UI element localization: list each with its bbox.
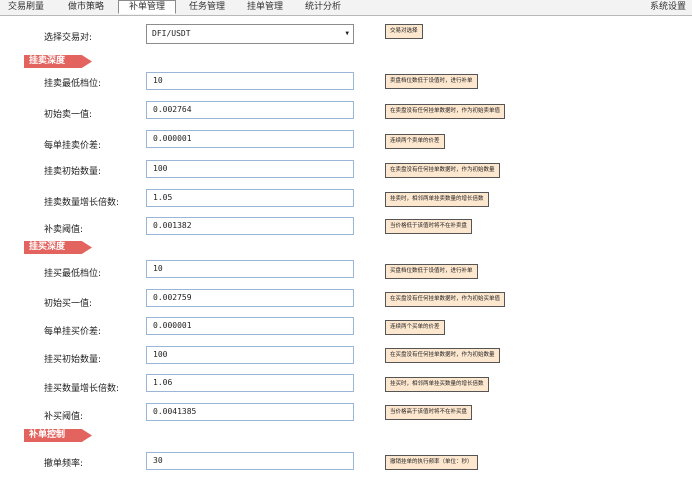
tab-statistics[interactable]: 统计分析 [298,0,348,14]
buy-initial-qty-label: 挂买初始数量: [44,355,102,365]
buy-threshold-label: 补买阈值: [44,412,84,422]
sell-initial-price-hint: 在卖盘没有任何挂单数据时，作为初始卖单值 [385,104,506,119]
buy-threshold-hint: 当价格高于该值时将不在补买盘 [385,405,473,420]
sell-price-step-label: 每单挂卖价差: [44,141,102,151]
tab-order-management[interactable]: 挂单管理 [240,0,290,14]
buy-qty-multiplier-hint: 挂买时，相邻两单挂买数量的增长倍数 [385,377,489,392]
dropdown-arrow-icon: ▼ [345,30,349,37]
buy-price-step-input[interactable]: 0.000001 [146,317,354,335]
sell-threshold-input[interactable]: 0.001382 [146,217,354,235]
sell-qty-multiplier-input[interactable]: 1.05 [146,189,354,207]
sell-qty-multiplier-hint: 挂卖时，相邻两单挂卖数量的增长倍数 [385,192,489,207]
section-buy-depth: 挂买深度 [24,241,92,254]
buy-price-step-hint: 连续两个买单的价差 [385,320,445,335]
buy-initial-qty-input[interactable]: 100 [146,346,354,364]
buy-price-step-label: 每单挂买价差: [44,327,102,337]
buy-initial-price-hint: 在买盘没有任何挂单数据时，作为初始买单值 [385,292,506,307]
sell-min-level-label: 挂卖最低档位: [44,79,102,89]
sell-threshold-hint: 当价格低于该值时将不在补卖盘 [385,219,473,234]
system-settings-link[interactable]: 系统设置 [650,0,686,14]
tab-task-management[interactable]: 任务管理 [182,0,232,14]
tab-market-making[interactable]: 做市策略 [62,0,110,14]
tab-trade-volume[interactable]: 交易刷量 [4,0,48,14]
buy-initial-qty-hint: 在买盘没有任何挂单数据时，作为初始数量 [385,348,500,363]
buy-min-level-input[interactable]: 10 [146,260,354,278]
sell-initial-price-label: 初始卖一值: [44,110,93,120]
sell-initial-qty-hint: 在卖盘没有任何挂单数据时，作为初始数量 [385,163,500,178]
cancel-frequency-input[interactable]: 30 [146,452,354,470]
sell-initial-qty-input[interactable]: 100 [146,160,354,178]
buy-threshold-input[interactable]: 0.0041385 [146,403,354,421]
pair-label: 选择交易对: [44,33,93,43]
buy-initial-price-input[interactable]: 0.002759 [146,289,354,307]
pair-hint: 交易对选择 [385,24,423,39]
cancel-frequency-label: 撤单频率: [44,459,84,469]
sell-threshold-label: 补卖阈值: [44,225,84,235]
sell-min-level-hint: 卖盘档位数低于设值时，进行补单 [385,74,478,89]
buy-min-level-hint: 买盘档位数低于设值时，进行补单 [385,264,478,279]
buy-min-level-label: 挂买最低档位: [44,269,102,279]
sell-initial-qty-label: 挂卖初始数量: [44,167,102,177]
section-sell-depth: 挂卖深度 [24,55,92,68]
section-order-control: 补单控制 [24,429,92,442]
pair-select[interactable]: DFI/USDT ▼ [146,24,354,44]
pair-select-value: DFI/USDT [152,29,191,38]
tab-order-fill[interactable]: 补单管理 [118,0,176,14]
buy-initial-price-label: 初始买一值: [44,299,93,309]
buy-qty-multiplier-input[interactable]: 1.06 [146,374,354,392]
tab-bar: 交易刷量 做市策略 补单管理 任务管理 挂单管理 统计分析 系统设置 [0,0,692,16]
sell-qty-multiplier-label: 挂卖数量增长倍数: [44,198,120,208]
sell-price-step-input[interactable]: 0.000001 [146,130,354,148]
sell-price-step-hint: 连续两个卖单的价差 [385,134,445,149]
buy-qty-multiplier-label: 挂买数量增长倍数: [44,384,120,394]
sell-min-level-input[interactable]: 10 [146,72,354,90]
cancel-frequency-hint: 撤销挂单的执行频率（单位：秒） [385,455,478,470]
sell-initial-price-input[interactable]: 0.002764 [146,101,354,119]
